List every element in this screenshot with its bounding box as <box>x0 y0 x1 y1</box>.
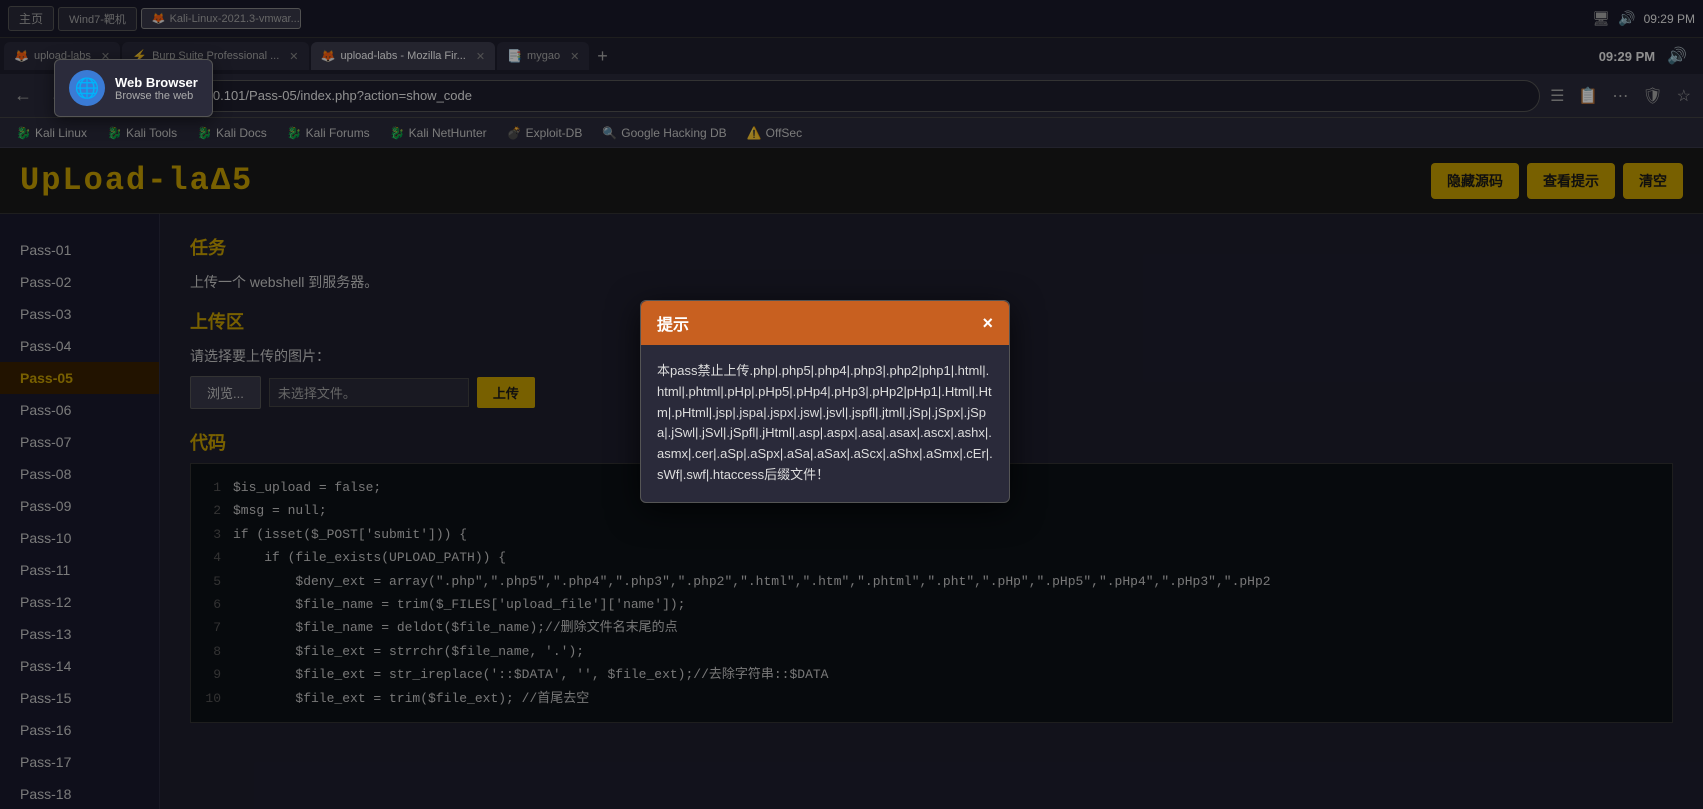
modal-title: 提示 <box>657 311 689 335</box>
wb-subtitle: Browse the web <box>115 90 198 102</box>
modal-dialog: 提示 × 本pass禁止上传.php|.php5|.php4|.php3|.ph… <box>640 300 1010 503</box>
modal-header: 提示 × <box>641 301 1009 345</box>
web-browser-tooltip: 🌐 Web Browser Browse the web <box>54 59 213 117</box>
modal-close-button[interactable]: × <box>982 313 993 334</box>
modal-body: 本pass禁止上传.php|.php5|.php4|.php3|.php2|ph… <box>641 345 1009 502</box>
wb-title: Web Browser <box>115 75 198 90</box>
wb-tooltip-text: Web Browser Browse the web <box>115 75 198 102</box>
browser-globe-icon: 🌐 <box>69 70 105 106</box>
